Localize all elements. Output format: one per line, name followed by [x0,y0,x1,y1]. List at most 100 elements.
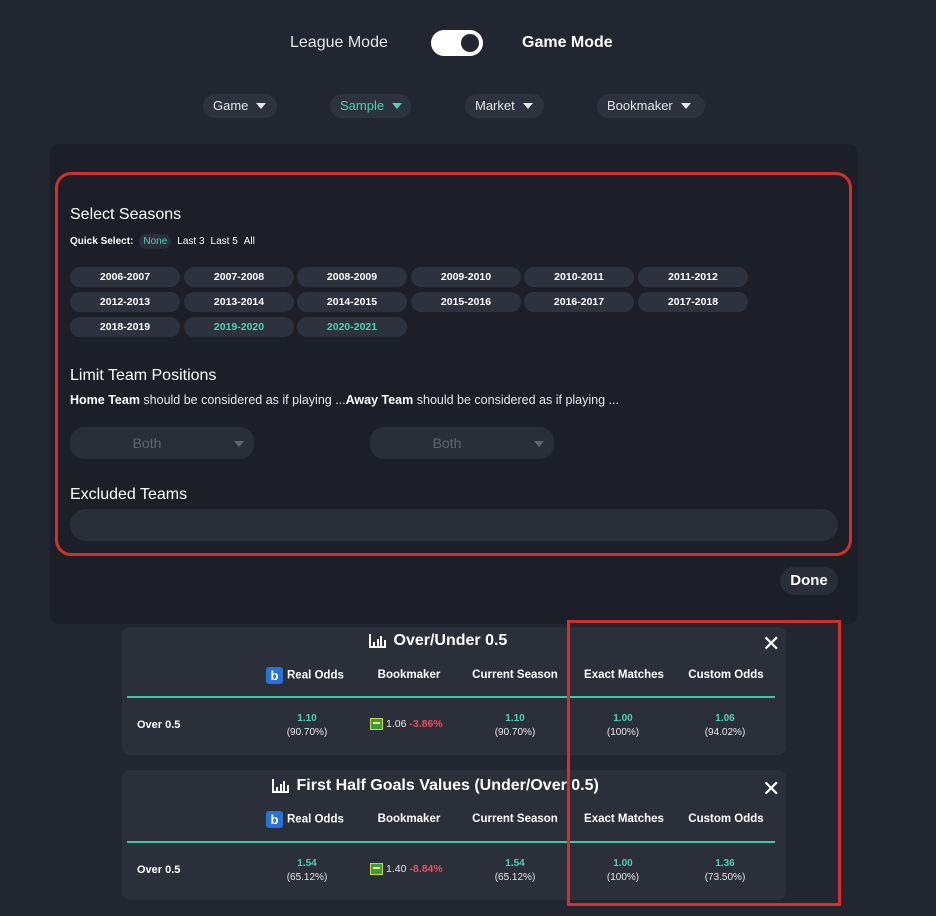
chevron-down-icon [522,103,533,109]
bookmaker-odds: 1.06 [386,718,407,730]
card-title: Over/Under 0.5 [369,632,507,650]
bookmaker-cell: 1.40 -8.84% [370,863,443,875]
custom-odds-pct: (73.50%) [704,872,746,883]
season-chip[interactable]: 2016-2017 [524,292,634,312]
chevron-down-icon [234,441,244,447]
quick-select-last-5[interactable]: Last 5 [211,236,238,247]
season-chip[interactable]: 2013-2014 [184,292,294,312]
market-filter-dropdown[interactable]: Market [465,94,544,118]
bookmaker-filter-label: Bookmaker [607,98,673,113]
col-current-season: Current Season [472,669,558,681]
season-chip[interactable]: 2010-2011 [524,267,634,287]
home-team-desc: should be considered as if playing ... [139,393,346,407]
done-button[interactable]: Done [780,567,838,595]
sample-filter-label: Sample [340,98,385,113]
chevron-down-icon [256,103,267,109]
bookmaker-logo-icon [370,863,383,875]
custom-odds-value: 1.36 [715,858,735,869]
away-position-value: Both [432,435,462,451]
custom-odds-cell: 1.06 (94.02%) [695,712,755,740]
real-odds-pct: (65.12%) [286,872,328,883]
exact-matches-cell: 1.00 (100%) [593,712,653,740]
mode-toggle[interactable] [431,30,483,56]
col-bookmaker: Bookmaker [377,813,441,825]
chevron-down-icon [534,441,544,447]
limit-positions-title: Limit Team Positions [70,367,217,384]
bookmaker-change: -3.86% [409,718,443,730]
custom-odds-value: 1.06 [715,713,735,724]
excluded-teams-title: Excluded Teams [70,486,188,503]
current-season-value: 1.10 [505,713,525,724]
quick-select-label: Quick Select: [70,236,134,247]
exact-matches-pct: (100%) [606,872,640,883]
exact-matches-cell: 1.00 (100%) [593,857,653,885]
sample-filter-dropdown[interactable]: Sample [330,94,411,118]
current-season-cell: 1.10 (90.70%) [485,712,545,740]
chevron-down-icon [680,103,691,109]
row-label: Over 0.5 [137,864,181,876]
table-divider [127,841,775,843]
real-odds-pct: (90.70%) [286,727,328,738]
season-chip[interactable]: 2015-2016 [411,292,521,312]
card-title: First Half Goals Values (Under/Over 0.5) [272,777,599,795]
quick-select-none[interactable]: None [139,234,172,249]
season-chip[interactable]: 2006-2007 [70,267,180,287]
season-chip-selected[interactable]: 2020-2021 [297,317,407,337]
bookmaker-logo-icon [370,718,383,730]
season-chip[interactable]: 2008-2009 [297,267,407,287]
bookmaker-filter-dropdown[interactable]: Bookmaker [597,94,705,118]
real-odds-cell: 1.54 (65.12%) [277,857,337,885]
current-season-pct: (90.70%) [494,727,536,738]
bar-chart-icon [369,634,386,648]
col-real-odds: b Real Odds [266,667,351,684]
custom-odds-pct: (94.02%) [704,727,746,738]
col-real-odds-label: Real Odds [287,669,344,682]
col-custom-odds: Custom Odds [688,813,764,825]
bookmaker-b-logo-icon: b [266,667,283,684]
quick-select-last-3[interactable]: Last 3 [177,236,204,247]
close-icon[interactable]: ✕ [762,633,780,655]
card-title-text: Over/Under 0.5 [393,632,508,649]
col-custom-odds: Custom Odds [688,669,764,681]
close-icon[interactable]: ✕ [762,778,780,800]
col-exact-matches: Exact Matches [584,813,664,825]
bookmaker-change: -8.84% [409,863,443,875]
real-odds-value: 1.54 [297,858,317,869]
toggle-knob [461,34,479,52]
current-season-value: 1.54 [505,858,525,869]
excluded-teams-input[interactable] [70,509,838,541]
season-chip[interactable]: 2012-2013 [70,292,180,312]
season-chip[interactable]: 2007-2008 [184,267,294,287]
season-chip[interactable]: 2018-2019 [70,317,180,337]
real-odds-cell: 1.10 (90.70%) [277,712,337,740]
bar-chart-icon [272,779,289,793]
col-exact-matches: Exact Matches [584,669,664,681]
quick-select: Quick Select: None Last 3 Last 5 All [70,234,255,249]
away-position-select[interactable]: Both [370,427,554,459]
home-position-value: Both [132,435,162,451]
game-mode-label[interactable]: Game Mode [522,34,613,52]
home-position-select[interactable]: Both [70,427,254,459]
away-team-desc: should be considered as if playing ... [413,393,619,407]
season-chip-selected[interactable]: 2019-2020 [184,317,294,337]
quick-select-all[interactable]: All [244,236,255,247]
row-label: Over 0.5 [137,719,181,731]
col-current-season: Current Season [472,813,558,825]
season-chip[interactable]: 2011-2012 [638,267,748,287]
market-filter-label: Market [475,98,515,113]
league-mode-label[interactable]: League Mode [290,34,388,52]
custom-odds-cell: 1.36 (73.50%) [695,857,755,885]
bookmaker-b-logo-icon: b [266,811,283,828]
season-chip[interactable]: 2009-2010 [411,267,521,287]
col-bookmaker: Bookmaker [377,669,441,681]
select-seasons-title: Select Seasons [70,206,182,223]
season-chip[interactable]: 2014-2015 [297,292,407,312]
real-odds-value: 1.10 [297,713,317,724]
bookmaker-odds: 1.40 [386,863,407,875]
current-season-cell: 1.54 (65.12%) [485,857,545,885]
game-filter-dropdown[interactable]: Game [203,94,277,118]
season-chip[interactable]: 2017-2018 [638,292,748,312]
current-season-pct: (65.12%) [494,872,536,883]
limit-positions-description: Home Team should be considered as if pla… [70,393,619,407]
game-filter-label: Game [213,98,249,113]
